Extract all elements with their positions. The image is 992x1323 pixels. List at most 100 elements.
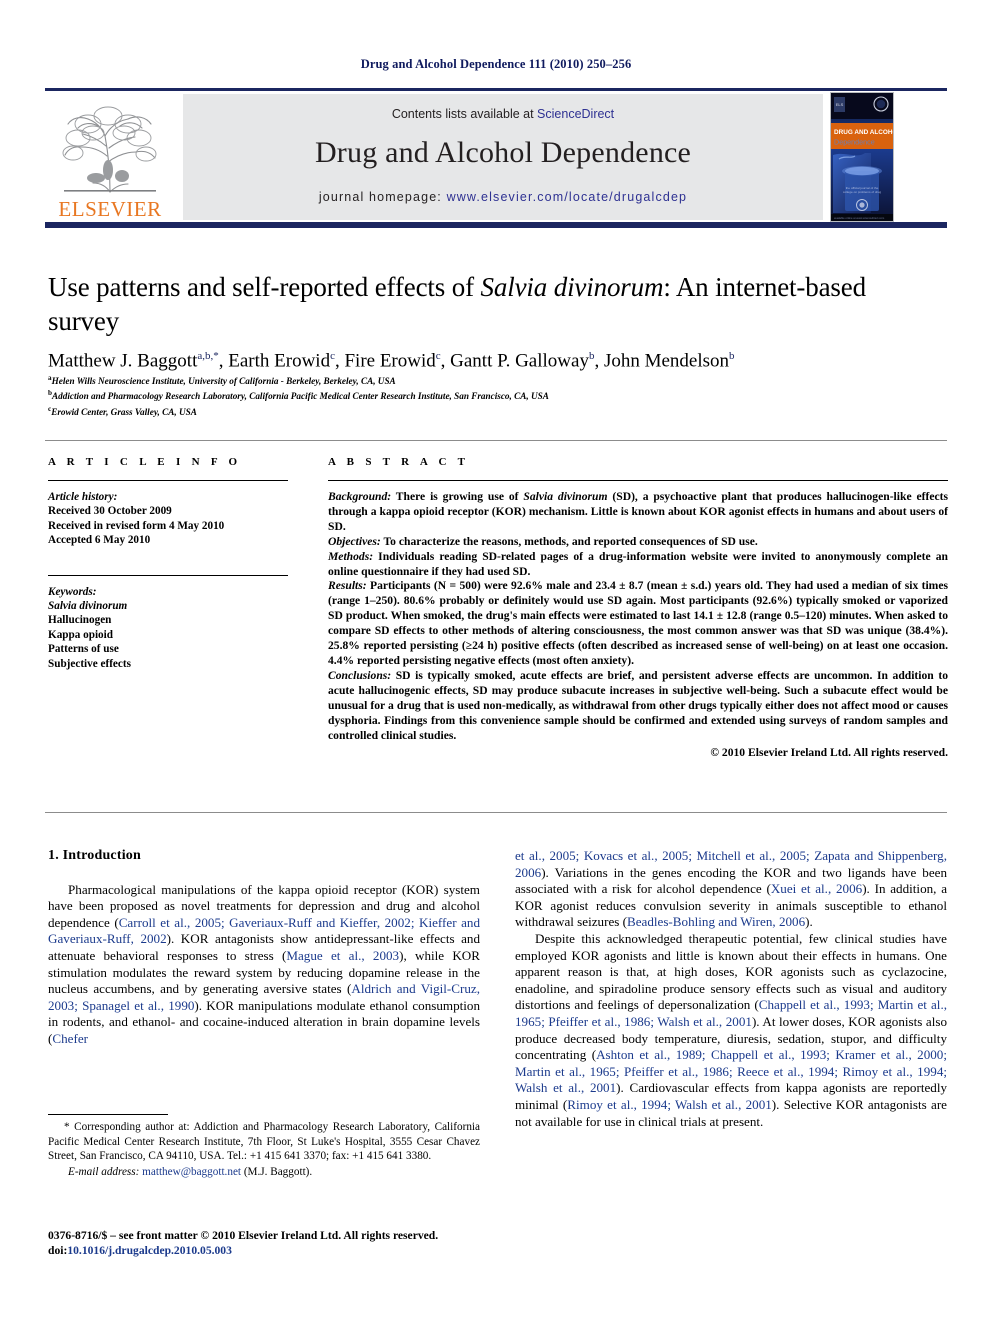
elsevier-wordmark: ELSEVIER xyxy=(58,197,162,221)
title-species-name: Salvia divinorum xyxy=(480,272,664,302)
running-head: Drug and Alcohol Dependence 111 (2010) 2… xyxy=(360,57,632,71)
homepage-prefix: journal homepage: xyxy=(318,190,447,204)
keywords-label: Keywords: xyxy=(48,585,97,598)
body-text: ). xyxy=(805,914,813,930)
doi-label: doi: xyxy=(48,1244,68,1257)
email-link[interactable]: matthew@baggott.net xyxy=(142,1166,241,1178)
abstract-objectives-text: To characterize the reasons, methods, an… xyxy=(380,534,758,548)
keyword-item: Hallucinogen xyxy=(48,614,112,627)
article-history-item: Received in revised form 4 May 2010 xyxy=(48,519,225,532)
article-history-item: Accepted 6 May 2010 xyxy=(48,534,151,547)
masthead-bottom-rule xyxy=(45,222,947,228)
svg-text:Dependence: Dependence xyxy=(834,138,875,147)
sciencedirect-link[interactable]: ScienceDirect xyxy=(537,107,614,121)
abstract-results-label: Results: xyxy=(328,579,367,593)
abstract-text: Background: There is growing use of Salv… xyxy=(328,490,948,761)
citation-reference[interactable]: Mague et al., 2003 xyxy=(286,948,399,963)
journal-homepage-line: journal homepage: www.elsevier.com/locat… xyxy=(319,190,687,204)
elsevier-logo: ELSEVIER xyxy=(45,94,175,220)
imprint-doi-line: doi:10.1016/j.drugalcdep.2010.05.003 xyxy=(48,1243,508,1258)
svg-text:ELS: ELS xyxy=(836,102,844,107)
affiliation-list: aHelen Wills Neuroscience Institute, Uni… xyxy=(48,372,943,418)
keyword-item: Salvia divinorum xyxy=(48,600,128,613)
abstract-methods-label: Methods: xyxy=(328,549,374,563)
intro-paragraph-right-continued: et al., 2005; Kovacs et al., 2005; Mitch… xyxy=(515,848,947,931)
journal-banner: Contents lists available at ScienceDirec… xyxy=(183,94,823,220)
svg-text:DRUG AND ALCOHOL: DRUG AND ALCOHOL xyxy=(834,129,893,136)
affiliation-item: cErowid Center, Grass Valley, CA, USA xyxy=(48,403,943,418)
intro-paragraph-left: Pharmacological manipulations of the kap… xyxy=(48,882,480,1048)
journal-cover-thumbnail: ELS DRUG AND ALCOHOL Dependence the offi… xyxy=(830,92,894,222)
footnote-rule xyxy=(48,1114,168,1115)
abstract-objectives: Objectives: To characterize the reasons,… xyxy=(328,535,948,550)
body-column-left: 1. Introduction Pharmacological manipula… xyxy=(48,848,480,1048)
citation-reference[interactable]: Xuei et al., 2006 xyxy=(771,881,862,896)
author-name: Gantt P. Galloway xyxy=(450,350,589,372)
citation-reference[interactable]: Rimoy et al., 1994; Walsh et al., 2001 xyxy=(567,1097,772,1112)
affiliation-text: Addiction and Pharmacology Research Labo… xyxy=(52,391,549,402)
abstract-heading: A B S T R A C T xyxy=(328,456,470,468)
contents-available-line: Contents lists available at ScienceDirec… xyxy=(392,107,614,121)
affiliation-text: Helen Wills Neuroscience Institute, Univ… xyxy=(51,376,396,387)
author-name: Earth Erowid xyxy=(228,350,331,372)
author-affiliation-marker: a,b,* xyxy=(197,350,219,362)
article-history-block: Article history: Received 30 October 200… xyxy=(48,490,288,548)
journal-title: Drug and Alcohol Dependence xyxy=(314,136,692,169)
keyword-items: Salvia divinorum Hallucinogen Kappa opioid… xyxy=(48,599,288,671)
keyword-item: Subjective effects xyxy=(48,657,131,670)
author-separator: , xyxy=(440,350,451,372)
affiliation-item: bAddiction and Pharmacology Research Lab… xyxy=(48,387,943,402)
author-list: Matthew J. Baggotta,b,*, Earth Erowidc, … xyxy=(48,344,943,373)
imprint-block: 0376-8716/$ – see front matter © 2010 El… xyxy=(48,1228,508,1258)
abstract-results: Results: Participants (N = 500) were 92.… xyxy=(328,579,948,668)
elsevier-tree-icon xyxy=(62,106,157,193)
svg-text:available online at www.scienc: available online at www.sciencedirect.co… xyxy=(834,216,885,220)
masthead-top-rule xyxy=(45,88,947,91)
article-info-heading: A R T I C L E I N F O xyxy=(48,456,242,468)
article-title: Use patterns and self-reported effects o… xyxy=(48,270,943,338)
journal-cover-art: ELS DRUG AND ALCOHOL Dependence the offi… xyxy=(831,93,893,221)
intro-paragraph-right-2: Despite this acknowledged therapeutic po… xyxy=(515,931,947,1130)
journal-homepage-link[interactable]: www.elsevier.com/locate/drugalcdep xyxy=(447,190,688,204)
keyword-item: Kappa opioid xyxy=(48,628,113,641)
author-name: Fire Erowid xyxy=(344,350,436,372)
affiliation-item: aHelen Wills Neuroscience Institute, Uni… xyxy=(48,372,943,387)
abstract-copyright: © 2010 Elsevier Ireland Ltd. All rights … xyxy=(710,746,948,760)
abstract-conclusions-text: SD is typically smoked, acute effects ar… xyxy=(328,668,948,742)
svg-text:college on problems of drug: college on problems of drug xyxy=(843,190,881,194)
abstract-conclusions: Conclusions: SD is typically smoked, acu… xyxy=(328,669,948,744)
contents-prefix: Contents lists available at xyxy=(391,107,538,121)
abstract-methods: Methods: Individuals reading SD-related … xyxy=(328,550,948,580)
affiliation-text: Erowid Center, Grass Valley, CA, USA xyxy=(51,407,197,417)
author-separator: , xyxy=(218,350,229,372)
corresponding-author-footnote: * Corresponding author at: Addiction and… xyxy=(48,1120,480,1179)
article-first-page: Drug and Alcohol Dependence 111 (2010) 2… xyxy=(0,0,992,1323)
abstract-objectives-label: Objectives: xyxy=(328,534,381,548)
email-suffix: (M.J. Baggott). xyxy=(241,1165,313,1178)
article-info-column: A R T I C L E I N F O Article history: R… xyxy=(48,456,288,671)
abstract-methods-text: Individuals reading SD-related pages of … xyxy=(328,549,948,578)
footnote-text: Corresponding author at: Addiction and P… xyxy=(48,1121,480,1163)
article-history-label: Article history: xyxy=(48,491,118,503)
abstract-background-label: Background: xyxy=(328,490,392,503)
body-column-right: et al., 2005; Kovacs et al., 2005; Mitch… xyxy=(515,848,947,1130)
abstract-column: A B S T R A C T Background: There is gro… xyxy=(328,456,948,761)
article-history-items: Received 30 October 2009 Received in revi… xyxy=(48,504,288,547)
footnote-body: * Corresponding author at: Addiction and… xyxy=(48,1120,480,1164)
author-affiliation-marker: b xyxy=(729,350,735,362)
abstract-conclusions-label: Conclusions: xyxy=(328,668,392,682)
info-block-top-rule xyxy=(45,440,947,441)
doi-link[interactable]: 10.1016/j.drugalcdep.2010.05.003 xyxy=(67,1244,232,1257)
email-label: E-mail address: xyxy=(68,1165,140,1178)
abstract-results-text: Participants (N = 500) were 92.6% male a… xyxy=(328,579,948,667)
article-history-item: Received 30 October 2009 xyxy=(48,505,172,518)
abstract-rule xyxy=(328,480,948,481)
citation-reference[interactable]: Beadles-Bohling and Wiren, 2006 xyxy=(627,914,805,929)
author-name: John Mendelson xyxy=(603,350,730,372)
citation-reference[interactable]: Chefer xyxy=(52,1031,88,1046)
author-name: Matthew J. Baggott xyxy=(48,350,198,372)
keywords-block: Keywords: Salvia divinorum Hallucinogen Ka… xyxy=(48,585,288,671)
keywords-rule xyxy=(48,574,288,576)
abstract-background: Background: There is growing use of Salv… xyxy=(328,490,948,535)
